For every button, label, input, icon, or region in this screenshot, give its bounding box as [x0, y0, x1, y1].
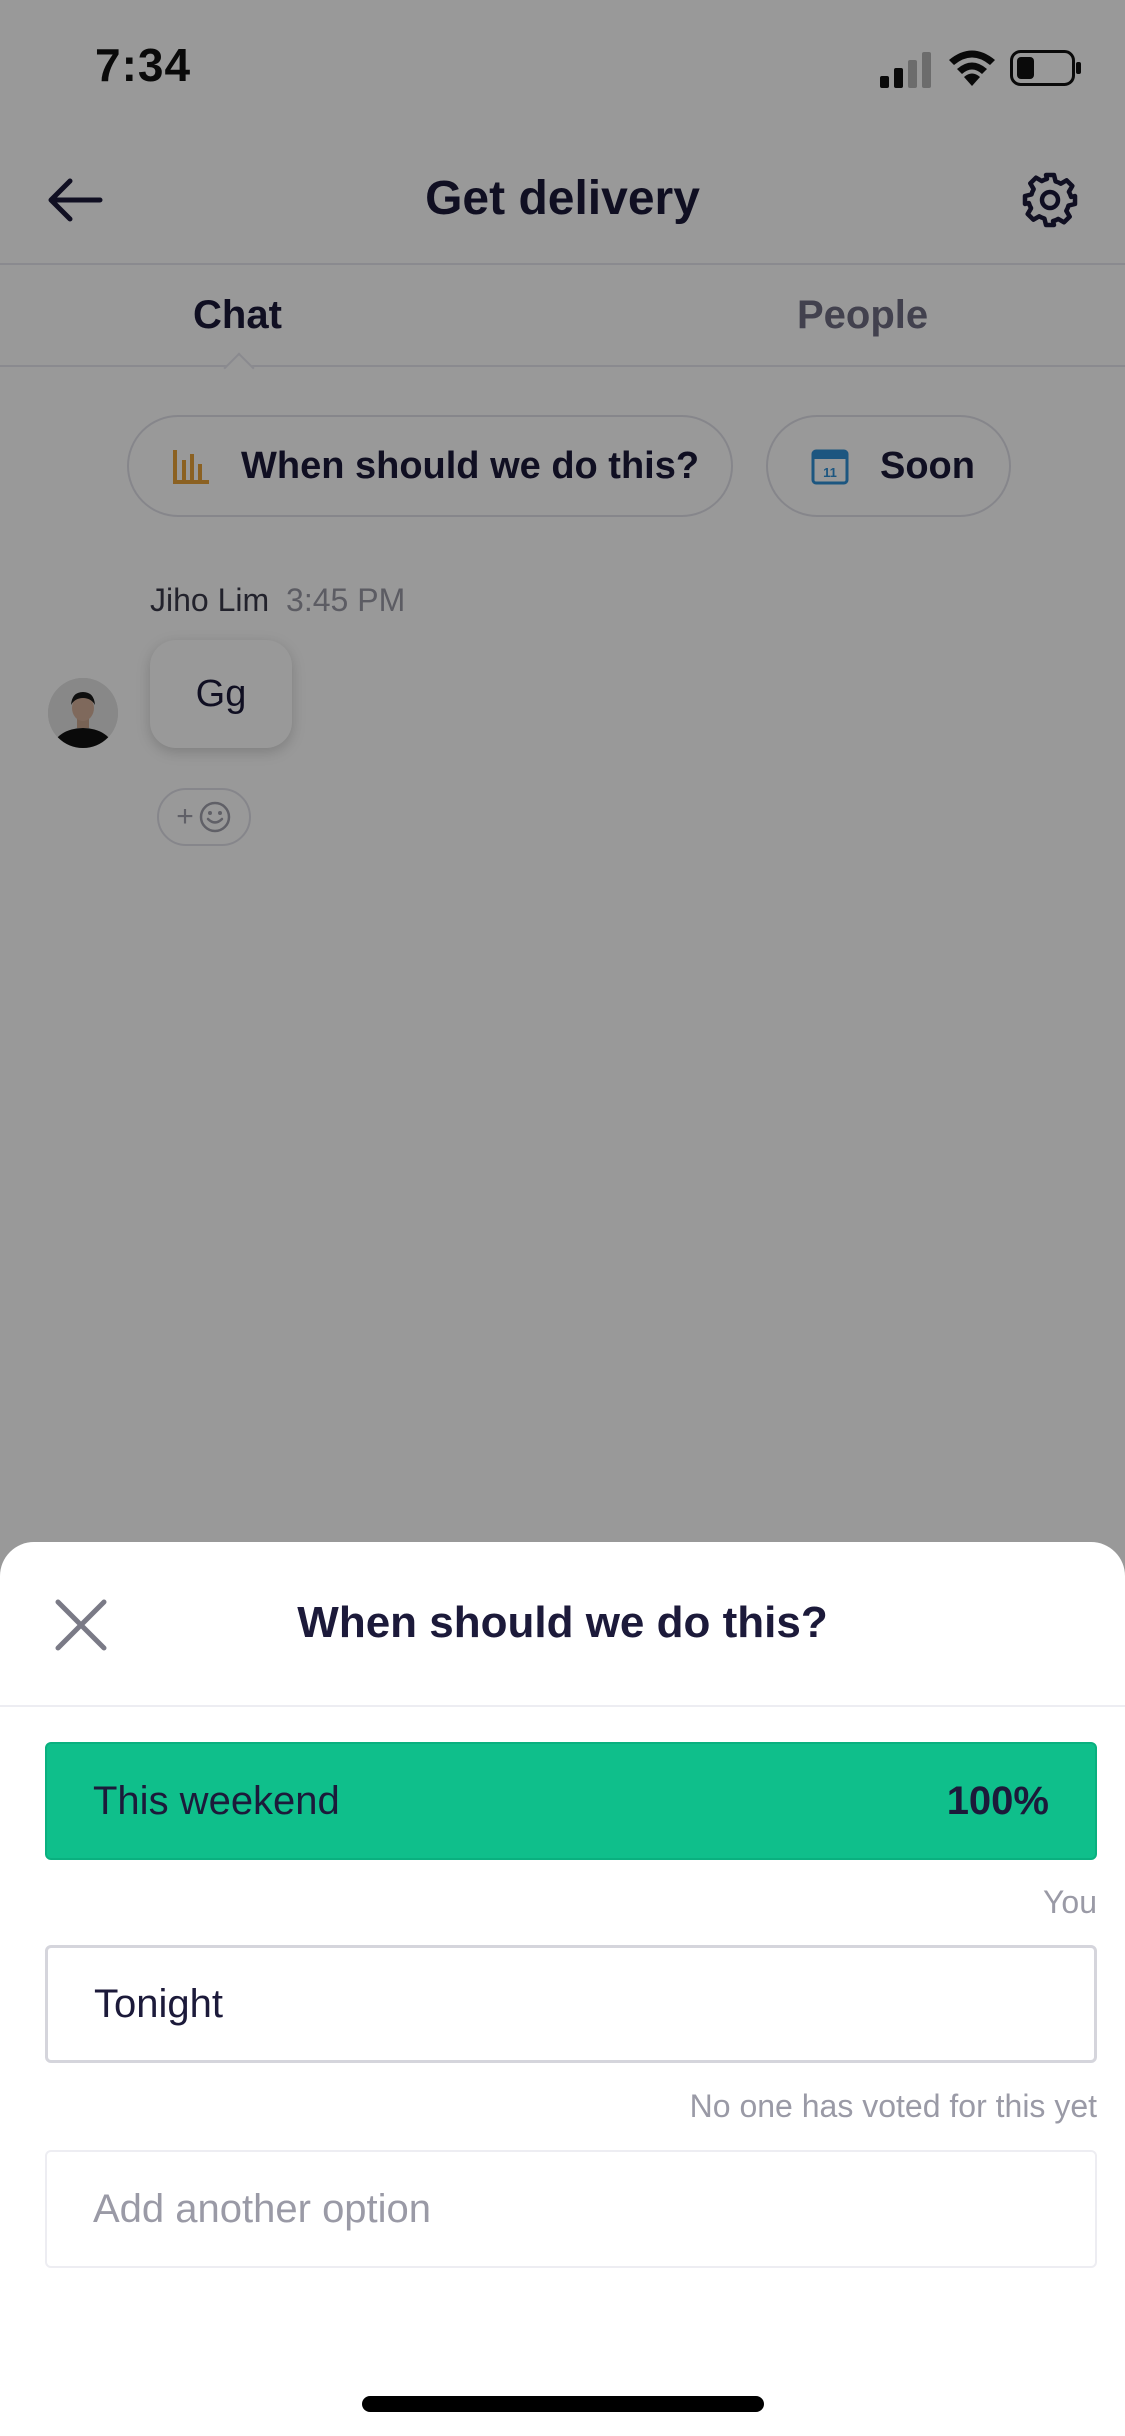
poll-option-tonight[interactable]: Tonight — [45, 1945, 1097, 2063]
option-voters-note: No one has voted for this yet — [689, 2088, 1097, 2124]
screen: 7:34 Get delivery Chat People When shoul… — [0, 0, 1125, 2436]
option-percent: 100% — [946, 1778, 1049, 1823]
option-label: This weekend — [93, 1778, 340, 1823]
sheet-title: When should we do this? — [297, 1598, 828, 1647]
home-indicator[interactable] — [362, 2396, 764, 2412]
add-option-input[interactable]: Add another option — [45, 2150, 1097, 2268]
poll-option-this-weekend[interactable]: This weekend 100% — [45, 1742, 1097, 1860]
poll-bottom-sheet: When should we do this? This weekend 100… — [0, 1542, 1125, 2436]
sheet-header: When should we do this? — [0, 1542, 1125, 1707]
option-label: Tonight — [94, 1981, 223, 2026]
option-voters-note: You — [1043, 1884, 1097, 1920]
